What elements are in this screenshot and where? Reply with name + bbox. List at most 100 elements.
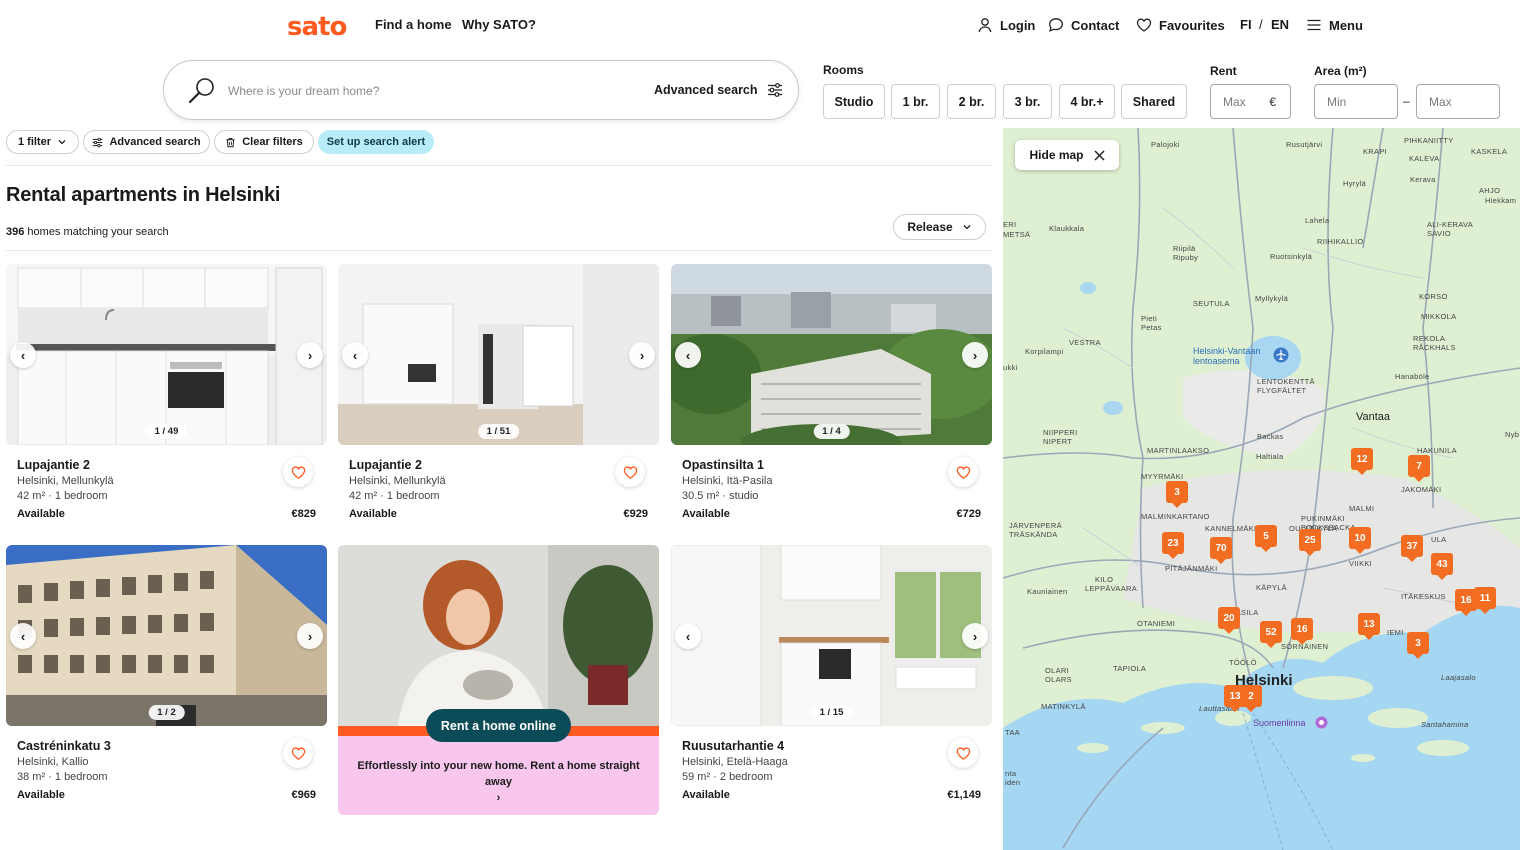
hide-map-button[interactable]: Hide map xyxy=(1015,140,1119,170)
sato-logo[interactable]: sato xyxy=(287,12,347,42)
menu-button[interactable]: Menu xyxy=(1306,17,1363,33)
room-1br-button[interactable]: 1 br. xyxy=(891,84,940,119)
carousel-prev-button[interactable]: ‹ xyxy=(675,342,701,368)
favourite-button[interactable] xyxy=(283,738,313,768)
map-marker[interactable]: 70 xyxy=(1210,537,1232,564)
carousel-next-button[interactable]: › xyxy=(629,342,655,368)
search-alert-chip[interactable]: Set up search alert xyxy=(318,130,434,154)
listing-title[interactable]: Lupajantie 2 xyxy=(349,458,422,472)
listing-photo[interactable]: ‹ › 1 / 2 xyxy=(6,545,327,726)
room-studio-button[interactable]: Studio xyxy=(823,84,885,119)
map-marker[interactable]: 11 xyxy=(1474,587,1496,614)
heart-icon xyxy=(623,465,637,479)
listing-photo[interactable]: ‹ › 1 / 4 xyxy=(671,264,992,445)
sort-dropdown[interactable]: Release xyxy=(893,214,986,240)
listing-location: Helsinki, Etelä-Haaga xyxy=(682,756,788,768)
map-marker[interactable]: 20 xyxy=(1218,607,1240,634)
map-marker[interactable]: 16 xyxy=(1291,618,1313,645)
listing-title[interactable]: Castréninkatu 3 xyxy=(17,739,111,753)
rent-max-input[interactable]: Max € xyxy=(1210,84,1291,119)
chat-bubble-icon xyxy=(1048,18,1063,32)
place-label: KORSO xyxy=(1419,292,1448,301)
map-marker[interactable]: 23 xyxy=(1162,532,1184,559)
area-max-placeholder: Max xyxy=(1429,94,1452,109)
menu-label: Menu xyxy=(1329,17,1363,33)
rent-online-button[interactable]: Rent a home online xyxy=(426,709,571,742)
carousel-prev-button[interactable]: ‹ xyxy=(675,623,701,649)
place-label: JÄRVENPERÄ TRÄSKÄNDA xyxy=(1009,521,1062,539)
nav-find-a-home[interactable]: Find a home xyxy=(375,17,452,32)
advanced-search-button[interactable]: Advanced search xyxy=(654,82,783,98)
map-marker[interactable]: 5 xyxy=(1255,525,1277,552)
listing-title[interactable]: Ruusutarhantie 4 xyxy=(682,739,784,753)
carousel-next-button[interactable]: › xyxy=(297,623,323,649)
filter-count-chip[interactable]: 1 filter xyxy=(6,130,79,154)
map-marker[interactable]: 3 xyxy=(1166,481,1188,508)
place-label: Hiekkam xyxy=(1485,196,1517,205)
place-label: ALI-KERAVA xyxy=(1427,220,1474,229)
header: sato Find a home Why SATO? Login Contact… xyxy=(0,0,1520,50)
carousel-next-button[interactable]: › xyxy=(962,342,988,368)
map-marker[interactable]: 2 xyxy=(1240,685,1262,712)
room-4br-button[interactable]: 4 br.+ xyxy=(1059,84,1115,119)
login-button[interactable]: Login xyxy=(977,17,1035,33)
favourites-button[interactable]: Favourites xyxy=(1136,17,1225,33)
place-label: ERI xyxy=(1003,220,1017,229)
clear-filters-chip[interactable]: Clear filters xyxy=(214,130,314,154)
search-input[interactable] xyxy=(228,80,528,102)
rent-label: Rent xyxy=(1210,64,1237,78)
contact-button[interactable]: Contact xyxy=(1048,17,1119,33)
place-label: Palojoki xyxy=(1151,140,1180,149)
lang-separator: / xyxy=(1259,17,1263,32)
room-2br-button[interactable]: 2 br. xyxy=(947,84,996,119)
favourites-label: Favourites xyxy=(1159,17,1225,33)
listing-location: Helsinki, Itä-Pasila xyxy=(682,475,773,487)
area-min-input[interactable]: Min xyxy=(1314,84,1398,119)
carousel-prev-button[interactable]: ‹ xyxy=(10,623,36,649)
map-marker[interactable]: 43 xyxy=(1431,553,1453,580)
hamburger-icon xyxy=(1307,19,1321,31)
map-marker[interactable]: 12 xyxy=(1351,448,1373,475)
listing-title[interactable]: Opastinsilta 1 xyxy=(682,458,764,472)
map-marker[interactable]: 52 xyxy=(1260,621,1282,648)
place-label: PITÄJÄNMÄKI xyxy=(1165,564,1218,573)
place-label: TAPIOLA xyxy=(1113,664,1147,673)
carousel-prev-button[interactable]: ‹ xyxy=(10,342,36,368)
lang-en[interactable]: EN xyxy=(1271,17,1289,32)
map-marker[interactable]: 25 xyxy=(1299,529,1321,556)
favourite-button[interactable] xyxy=(615,457,645,487)
map-marker[interactable]: 13 xyxy=(1358,613,1380,640)
map-marker[interactable]: 3 xyxy=(1407,632,1429,659)
map-panel[interactable]: Hide map Palojoki Rusutjärvi PIHKANIITTY… xyxy=(1003,128,1520,850)
promo-arrow: › xyxy=(496,792,501,804)
map-marker[interactable]: 7 xyxy=(1408,455,1430,482)
carousel-next-button[interactable]: › xyxy=(297,342,323,368)
listing-photo[interactable]: ‹ › 1 / 49 xyxy=(6,264,327,445)
nav-why-sato[interactable]: Why SATO? xyxy=(462,17,536,32)
rent-online-promo[interactable]: Rent a home online Effortlessly into you… xyxy=(338,545,659,815)
favourite-button[interactable] xyxy=(948,457,978,487)
search-box[interactable]: Advanced search xyxy=(163,60,799,120)
place-label: Nyb xyxy=(1505,430,1520,439)
carousel-prev-button[interactable]: ‹ xyxy=(342,342,368,368)
room-shared-button[interactable]: Shared xyxy=(1121,84,1187,119)
place-label: Haltiala xyxy=(1256,452,1284,461)
map-marker[interactable]: 10 xyxy=(1349,527,1371,554)
favourite-button[interactable] xyxy=(283,457,313,487)
room-3br-button[interactable]: 3 br. xyxy=(1003,84,1052,119)
listing-photo[interactable]: ‹ › 1 / 15 xyxy=(671,545,992,726)
area-max-input[interactable]: Max xyxy=(1416,84,1500,119)
place-label: MALMI xyxy=(1349,504,1375,513)
favourite-button[interactable] xyxy=(948,738,978,768)
area-label: Area (m²) xyxy=(1314,64,1367,78)
carousel-next-button[interactable]: › xyxy=(962,623,988,649)
map-marker[interactable]: 37 xyxy=(1401,535,1423,562)
contact-label: Contact xyxy=(1071,17,1120,33)
lang-fi[interactable]: FI xyxy=(1240,17,1252,32)
chevron-down-icon xyxy=(963,225,971,230)
listing-title[interactable]: Lupajantie 2 xyxy=(17,458,90,472)
listing-photo[interactable]: ‹ › 1 / 51 xyxy=(338,264,659,445)
place-label: Pieti Petas xyxy=(1141,314,1162,332)
advanced-search-chip[interactable]: Advanced search xyxy=(83,130,210,154)
place-label: LEPPÄVAARA xyxy=(1085,584,1138,593)
